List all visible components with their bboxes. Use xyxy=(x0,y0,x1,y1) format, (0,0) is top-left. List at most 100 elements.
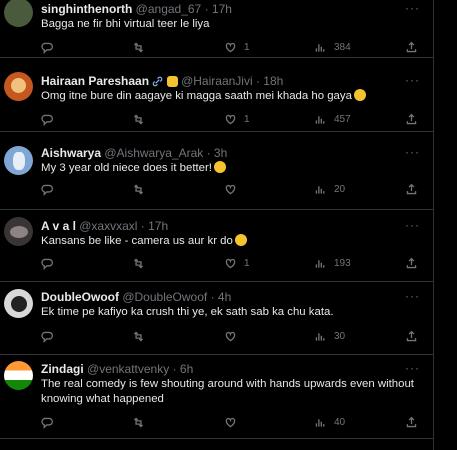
display-name[interactable]: Hairaan Pareshaan xyxy=(41,74,149,88)
tweet-text-content: Bagga ne fir bhi virtual teer le liya xyxy=(41,18,210,30)
views-icon xyxy=(315,419,325,427)
display-name[interactable]: A v a l xyxy=(41,219,76,233)
reply-button[interactable] xyxy=(41,416,54,429)
views-count: 457 xyxy=(334,114,351,125)
user-handle[interactable]: @DoubleOwoof xyxy=(119,290,207,304)
more-options-icon[interactable]: ··· xyxy=(405,1,420,15)
separator-dot: · xyxy=(252,74,264,88)
views-button[interactable]: 457 xyxy=(314,113,351,126)
user-handle[interactable]: @xaxvxaxl xyxy=(76,219,137,233)
like-button[interactable] xyxy=(224,330,244,343)
user-handle[interactable]: @angad_67 xyxy=(132,2,202,16)
share-icon xyxy=(406,416,417,428)
views-count: 384 xyxy=(334,42,351,53)
like-icon xyxy=(225,258,236,269)
share-button[interactable] xyxy=(405,416,418,429)
separator-dot: · xyxy=(207,290,218,304)
views-button[interactable]: 30 xyxy=(314,330,345,343)
like-button[interactable] xyxy=(224,183,244,196)
views-button[interactable]: 40 xyxy=(314,416,345,429)
like-count: 1 xyxy=(244,258,250,269)
more-options-icon[interactable]: ··· xyxy=(405,73,420,87)
views-button[interactable]: 384 xyxy=(314,41,351,54)
tweet-3[interactable]: A v a l @xaxvxaxl · 17h ··· Kansans be lik… xyxy=(0,209,433,282)
user-handle[interactable]: @Aishwarya_Arak xyxy=(101,146,203,160)
like-button[interactable] xyxy=(224,416,244,429)
avatar[interactable] xyxy=(4,217,33,246)
avatar[interactable] xyxy=(4,146,33,175)
share-icon xyxy=(406,257,417,269)
timestamp[interactable]: 17h xyxy=(212,2,232,16)
display-name[interactable]: DoubleOwoof xyxy=(41,290,119,304)
views-button[interactable]: 20 xyxy=(314,183,345,196)
like-icon xyxy=(225,417,236,428)
more-options-icon[interactable]: ··· xyxy=(405,289,420,303)
tweet-2[interactable]: Aishwarya @Aishwarya_Arak · 3h ··· My 3 ye… xyxy=(0,131,433,210)
like-button[interactable]: 1 xyxy=(224,113,250,126)
timestamp[interactable]: 6h xyxy=(180,362,193,376)
reply-icon xyxy=(41,417,53,429)
avatar[interactable] xyxy=(4,0,33,27)
retweet-icon xyxy=(133,42,144,53)
avatar[interactable] xyxy=(4,361,33,390)
tweet-text: Kansans be like - camera us aur kr do xyxy=(41,234,426,249)
avatar[interactable] xyxy=(4,289,33,318)
retweet-button[interactable] xyxy=(132,183,145,196)
like-icon xyxy=(225,331,236,342)
timestamp[interactable]: 17h xyxy=(148,219,168,233)
retweet-button[interactable] xyxy=(132,113,145,126)
tweet-text-content: My 3 year old niece does it better! xyxy=(41,162,212,174)
views-count: 193 xyxy=(334,258,351,269)
timestamp[interactable]: 3h xyxy=(214,146,227,160)
like-icon xyxy=(225,114,236,125)
like-button[interactable]: 1 xyxy=(224,257,250,270)
reply-button[interactable] xyxy=(41,113,54,126)
tweet-header: singhinthenorth @angad_67 · 17h xyxy=(41,2,232,16)
avatar[interactable] xyxy=(4,72,33,101)
display-name[interactable]: singhinthenorth xyxy=(41,2,132,16)
retweet-button[interactable] xyxy=(132,257,145,270)
retweet-button[interactable] xyxy=(132,416,145,429)
views-icon xyxy=(315,260,325,268)
reply-button[interactable] xyxy=(41,41,54,54)
share-icon xyxy=(406,41,417,53)
more-options-icon[interactable]: ··· xyxy=(405,145,420,159)
share-button[interactable] xyxy=(405,113,418,126)
like-button[interactable]: 1 xyxy=(224,41,250,54)
like-icon xyxy=(225,184,236,195)
retweet-button[interactable] xyxy=(132,330,145,343)
retweet-button[interactable] xyxy=(132,41,145,54)
tweet-5[interactable]: Zindagi @venkattvenky · 6h ··· The real co… xyxy=(0,354,433,439)
views-icon xyxy=(315,116,325,124)
reply-icon xyxy=(41,184,53,196)
emoji-icon xyxy=(353,89,366,101)
reply-button[interactable] xyxy=(41,257,54,270)
more-options-icon[interactable]: ··· xyxy=(405,218,420,232)
retweet-icon xyxy=(133,258,144,269)
user-handle[interactable]: @venkattvenky xyxy=(84,362,169,376)
tweet-4[interactable]: DoubleOwoof @DoubleOwoof · 4h ··· Ek time … xyxy=(0,281,433,355)
separator-dot: · xyxy=(203,146,214,160)
views-button[interactable]: 193 xyxy=(314,257,351,270)
share-button[interactable] xyxy=(405,257,418,270)
reply-button[interactable] xyxy=(41,330,54,343)
retweet-icon xyxy=(133,417,144,428)
tweet-text-content: Omg itne bure din aagaye ki magga saath … xyxy=(41,90,352,102)
more-options-icon[interactable]: ··· xyxy=(405,361,420,375)
tweet-0[interactable]: singhinthenorth @angad_67 · 17h ··· Bagga … xyxy=(0,0,433,58)
tweet-1[interactable]: Hairaan Pareshaan @HairaanJivi · 18h ··· O… xyxy=(0,57,433,132)
like-count: 1 xyxy=(244,42,250,53)
display-name[interactable]: Aishwarya xyxy=(41,146,101,160)
share-button[interactable] xyxy=(405,330,418,343)
emoji-icon xyxy=(213,161,226,173)
share-icon xyxy=(406,113,417,125)
user-handle[interactable]: @HairaanJivi xyxy=(178,74,253,88)
timestamp[interactable]: 4h xyxy=(218,290,231,304)
tweet-header: Aishwarya @Aishwarya_Arak · 3h xyxy=(41,146,227,160)
reply-icon xyxy=(41,258,53,270)
display-name[interactable]: Zindagi xyxy=(41,362,84,376)
reply-button[interactable] xyxy=(41,183,54,196)
share-button[interactable] xyxy=(405,41,418,54)
share-button[interactable] xyxy=(405,183,418,196)
timestamp[interactable]: 18h xyxy=(263,74,283,88)
